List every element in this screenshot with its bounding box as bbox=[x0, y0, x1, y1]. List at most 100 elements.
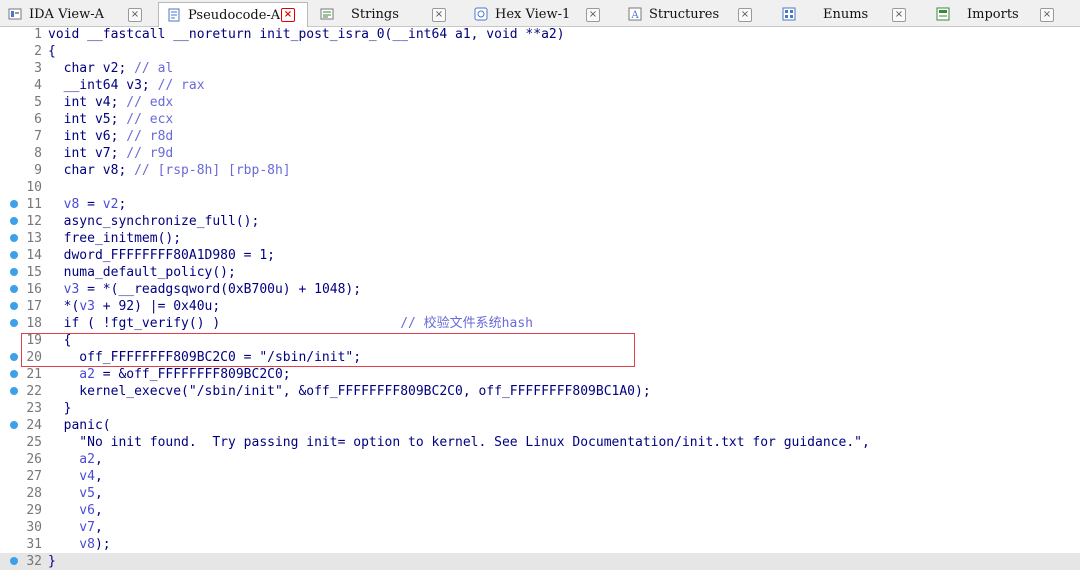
code-line[interactable]: 13 free_initmem(); bbox=[0, 230, 1080, 247]
line-number: 20 bbox=[26, 350, 42, 365]
structures-icon: A bbox=[628, 7, 642, 21]
line-number: 8 bbox=[34, 146, 42, 161]
code-text[interactable]: } bbox=[48, 400, 72, 417]
code-line[interactable]: 21 a2 = &off_FFFFFFFF809BC2C0; bbox=[0, 366, 1080, 383]
code-line[interactable]: 26 a2, bbox=[0, 451, 1080, 468]
code-text[interactable]: kernel_execve("/sbin/init", &off_FFFFFFF… bbox=[48, 383, 650, 400]
tab-pseudocode-a[interactable]: Pseudocode-A × bbox=[158, 2, 308, 27]
code-token: // 校验文件系统hash bbox=[400, 316, 533, 331]
code-line[interactable]: 27 v4, bbox=[0, 468, 1080, 485]
tab-bar: IDA View-A × Pseudocode-A × Strings × He… bbox=[0, 0, 1080, 27]
code-text[interactable]: void __fastcall __noreturn init_post_isr… bbox=[48, 26, 565, 43]
close-icon[interactable]: × bbox=[432, 8, 446, 22]
code-text[interactable]: { bbox=[48, 43, 56, 60]
code-text[interactable]: free_initmem(); bbox=[48, 230, 181, 247]
code-line[interactable]: 31 v8); bbox=[0, 536, 1080, 553]
line-number: 24 bbox=[26, 418, 42, 433]
code-text[interactable]: async_synchronize_full(); bbox=[48, 213, 260, 230]
line-number: 26 bbox=[26, 452, 42, 467]
code-line[interactable]: 30 v7, bbox=[0, 519, 1080, 536]
code-token: , bbox=[94, 469, 103, 484]
code-line[interactable]: 24 panic( bbox=[0, 417, 1080, 434]
tab-ida-view-a[interactable]: IDA View-A × bbox=[0, 3, 152, 25]
code-text[interactable]: int v5; // ecx bbox=[48, 111, 174, 128]
code-text[interactable]: __int64 v3; // rax bbox=[48, 77, 205, 94]
code-line[interactable]: 25 "No init found. Try passing init= opt… bbox=[0, 434, 1080, 451]
pseudocode-editor[interactable]: 1 void __fastcall __noreturn init_post_is… bbox=[0, 26, 1080, 584]
code-text[interactable]: panic( bbox=[48, 417, 111, 434]
tab-hex-view-1[interactable]: Hex View-1 × bbox=[466, 3, 614, 25]
code-text[interactable]: int v7; // r9d bbox=[48, 145, 174, 162]
code-text[interactable]: v7, bbox=[48, 519, 103, 536]
code-line[interactable]: 29 v6, bbox=[0, 502, 1080, 519]
close-icon[interactable]: × bbox=[128, 8, 142, 22]
close-icon[interactable]: × bbox=[586, 8, 600, 22]
code-text[interactable]: numa_default_policy(); bbox=[48, 264, 236, 281]
code-line[interactable]: 18 if ( !fgt_verify() ) // 校验文件系统hash bbox=[0, 315, 1080, 332]
code-line[interactable]: 28 v5, bbox=[0, 485, 1080, 502]
code-text[interactable]: v4, bbox=[48, 468, 103, 485]
close-icon[interactable]: × bbox=[892, 8, 906, 22]
code-line[interactable]: 2{ bbox=[0, 43, 1080, 60]
line-number: 5 bbox=[34, 95, 42, 110]
close-icon[interactable]: × bbox=[738, 8, 752, 22]
code-token: = *(__readgsqword(0xB700u) + 1048); bbox=[79, 282, 362, 297]
line-number: 28 bbox=[26, 486, 42, 501]
code-line[interactable]: 23 } bbox=[0, 400, 1080, 417]
code-text[interactable]: off_FFFFFFFF809BC2C0 = "/sbin/init"; bbox=[48, 349, 361, 366]
code-line[interactable]: 8 int v7; // r9d bbox=[0, 145, 1080, 162]
tab-strings[interactable]: Strings × bbox=[312, 3, 460, 25]
close-icon[interactable]: × bbox=[1040, 8, 1054, 22]
code-text[interactable]: dword_FFFFFFFF80A1D980 = 1; bbox=[48, 247, 275, 264]
code-text[interactable]: if ( !fgt_verify() ) // 校验文件系统hash bbox=[48, 315, 533, 332]
code-token: char v2; bbox=[48, 61, 135, 76]
code-line[interactable]: 17 *(v3 + 92) |= 0x40u; bbox=[0, 298, 1080, 315]
code-token: dword_FFFFFFFF80A1D980 = 1; bbox=[48, 248, 275, 263]
code-text[interactable]: "No init found. Try passing init= option… bbox=[48, 434, 870, 451]
code-text[interactable]: a2 = &off_FFFFFFFF809BC2C0; bbox=[48, 366, 290, 383]
ida-view-icon bbox=[8, 7, 22, 21]
close-icon[interactable]: × bbox=[281, 8, 295, 22]
code-text[interactable]: v8); bbox=[48, 536, 110, 553]
code-text[interactable]: char v8; // [rsp-8h] [rbp-8h] bbox=[48, 162, 291, 179]
code-text[interactable]: v8 = v2; bbox=[48, 196, 127, 213]
code-token: // al bbox=[134, 61, 174, 76]
code-token: "No init found. Try passing init= option… bbox=[48, 435, 870, 450]
code-text[interactable]: int v6; // r8d bbox=[48, 128, 174, 145]
code-text[interactable]: { bbox=[48, 332, 72, 349]
code-line[interactable]: 10 bbox=[0, 179, 1080, 196]
code-text[interactable]: } bbox=[48, 553, 56, 570]
code-line[interactable]: 19 { bbox=[0, 332, 1080, 349]
line-number: 31 bbox=[26, 537, 42, 552]
code-line[interactable]: 16 v3 = *(__readgsqword(0xB700u) + 1048)… bbox=[0, 281, 1080, 298]
code-line[interactable]: 1 void __fastcall __noreturn init_post_is… bbox=[0, 26, 1080, 43]
code-line[interactable]: 7 int v6; // r8d bbox=[0, 128, 1080, 145]
code-line[interactable]: 14 dword_FFFFFFFF80A1D980 = 1; bbox=[0, 247, 1080, 264]
code-line[interactable]: 15 numa_default_policy(); bbox=[0, 264, 1080, 281]
line-number: 3 bbox=[34, 61, 42, 76]
code-line[interactable]: 5 int v4; // edx bbox=[0, 94, 1080, 111]
code-text[interactable]: int v4; // edx bbox=[48, 94, 174, 111]
code-token: + 92) |= 0x40u; bbox=[94, 299, 221, 314]
code-line[interactable]: 9 char v8; // [rsp-8h] [rbp-8h] bbox=[0, 162, 1080, 179]
code-text[interactable]: a2, bbox=[48, 451, 103, 468]
code-line[interactable]: 11 v8 = v2; bbox=[0, 196, 1080, 213]
code-token: int v4; bbox=[48, 95, 127, 110]
tab-structures[interactable]: A Structures × bbox=[620, 3, 768, 25]
code-line[interactable]: 3 char v2; // al bbox=[0, 60, 1080, 77]
code-text[interactable]: v6, bbox=[48, 502, 103, 519]
code-text[interactable]: *(v3 + 92) |= 0x40u; bbox=[48, 298, 221, 315]
code-text[interactable]: v5, bbox=[48, 485, 103, 502]
tab-imports[interactable]: Imports × bbox=[928, 3, 1078, 25]
code-line[interactable]: 22 kernel_execve("/sbin/init", &off_FFFF… bbox=[0, 383, 1080, 400]
code-text[interactable]: v3 = *(__readgsqword(0xB700u) + 1048); bbox=[48, 281, 361, 298]
line-number: 1 bbox=[34, 27, 42, 42]
code-line[interactable]: 12 async_synchronize_full(); bbox=[0, 213, 1080, 230]
code-token: v8 bbox=[48, 537, 95, 552]
code-line[interactable]: 32} bbox=[0, 553, 1080, 570]
code-line[interactable]: 4 __int64 v3; // rax bbox=[0, 77, 1080, 94]
tab-enums[interactable]: Enums × bbox=[774, 3, 922, 25]
code-text[interactable]: char v2; // al bbox=[48, 60, 174, 77]
code-line[interactable]: 20 off_FFFFFFFF809BC2C0 = "/sbin/init"; bbox=[0, 349, 1080, 366]
code-line[interactable]: 6 int v5; // ecx bbox=[0, 111, 1080, 128]
